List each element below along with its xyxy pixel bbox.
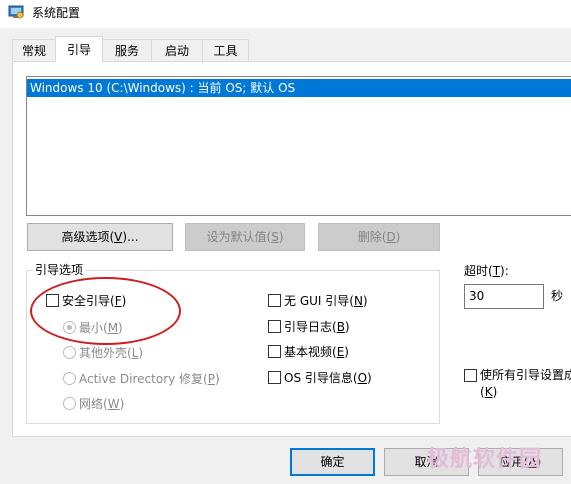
network-label: 网络(W) (79, 397, 125, 411)
os-list-item[interactable]: Windows 10 (C:\Windows) : 当前 OS; 默认 OS (27, 79, 571, 97)
base-video-label[interactable]: 基本视频(E) (284, 344, 349, 360)
tab-services[interactable]: 服务 (102, 39, 152, 61)
minimal-radio[interactable] (63, 321, 76, 334)
alternate-shell-label: 其他外壳(L) (79, 346, 144, 360)
safe-boot-checkbox[interactable] (46, 294, 59, 307)
os-list[interactable] (26, 76, 571, 216)
safe-boot-label[interactable]: 安全引导(F) (62, 293, 126, 309)
system-config-icon (8, 5, 24, 19)
os-boot-info-checkbox[interactable] (268, 371, 281, 384)
timeout-unit: 秒 (551, 289, 564, 303)
tab-boot[interactable]: 引导 (55, 36, 103, 62)
ad-repair-label: Active Directory 修复(P) (79, 372, 220, 386)
no-gui-boot-checkbox[interactable] (268, 294, 281, 307)
set-default-button[interactable]: 设为默认值(S) (185, 223, 305, 251)
boot-log-label[interactable]: 引导日志(B) (284, 319, 350, 335)
make-permanent-checkbox[interactable] (464, 369, 477, 382)
ad-repair-radio[interactable] (63, 372, 76, 385)
network-radio[interactable] (63, 397, 76, 410)
tab-tools[interactable]: 工具 (202, 39, 249, 61)
minimal-label: 最小(M) (79, 321, 123, 335)
timeout-input[interactable]: 30 (464, 284, 544, 309)
tab-startup[interactable]: 启动 (151, 39, 203, 61)
timeout-label: 超时(T): (464, 264, 509, 278)
title-bar: 系统配置 (0, 0, 571, 28)
make-permanent-label-key[interactable]: (K) (480, 384, 497, 400)
advanced-options-button[interactable]: 高级选项(V)... (27, 223, 173, 251)
os-boot-info-label[interactable]: OS 引导信息(O) (284, 370, 372, 386)
window-title: 系统配置 (32, 6, 81, 20)
tab-general[interactable]: 常规 (12, 39, 56, 61)
delete-button[interactable]: 删除(D) (318, 223, 440, 251)
base-video-checkbox[interactable] (268, 345, 281, 358)
alternate-shell-radio[interactable] (63, 346, 76, 359)
boot-log-checkbox[interactable] (268, 320, 281, 333)
no-gui-boot-label[interactable]: 无 GUI 引导(N) (284, 293, 368, 309)
ok-button[interactable]: 确定 (290, 448, 375, 476)
watermark-text: 极航软件园 (427, 447, 543, 472)
boot-options-label: 引导选项 (32, 262, 87, 278)
make-permanent-label[interactable]: 使所有引导设置成 (480, 367, 571, 383)
